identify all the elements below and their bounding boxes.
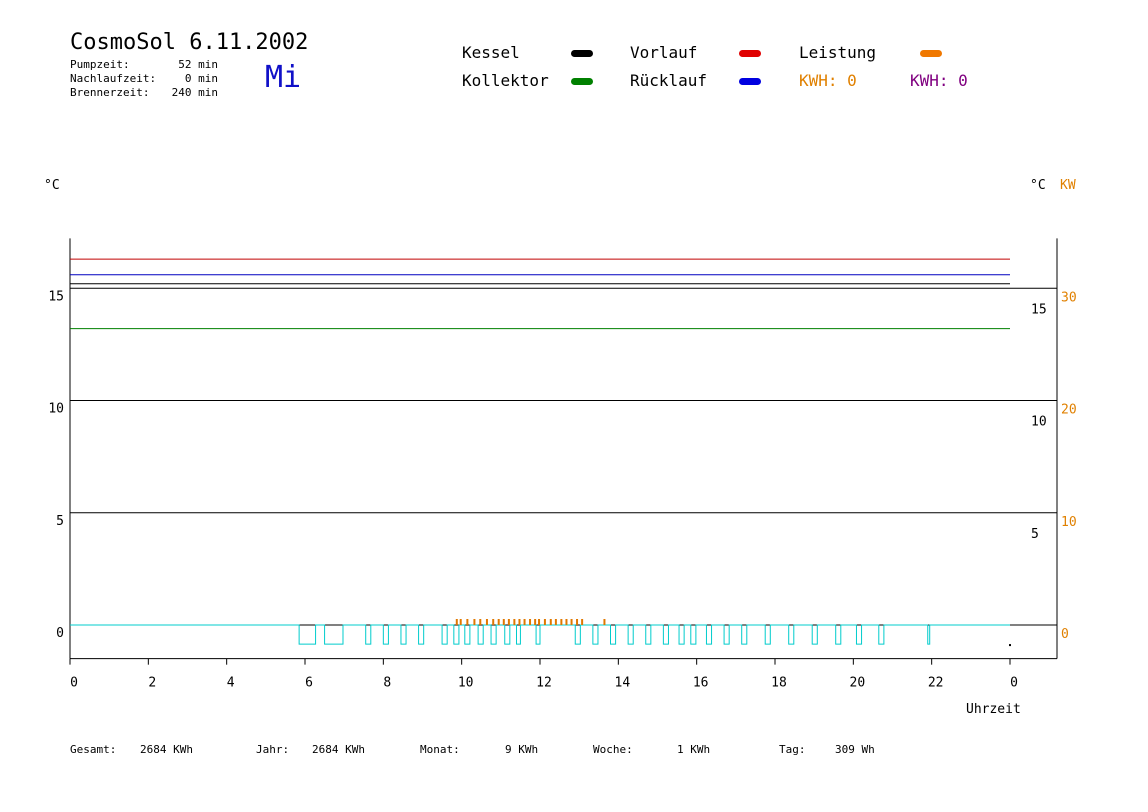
x-tick-label-5: 10 <box>458 676 474 691</box>
leistung-spike-22 <box>576 619 579 625</box>
footer-gesamt-value: 2684 KWh <box>140 743 193 756</box>
footer-woche-label: Woche: <box>593 743 633 756</box>
pump-signal-line <box>70 624 1010 645</box>
footer-monat-value: 9 KWh <box>505 743 539 756</box>
x-tick-label-10: 20 <box>850 676 866 691</box>
leistung-spike-21 <box>570 619 573 625</box>
leistung-spike-9 <box>507 619 510 625</box>
leistung-spike-11 <box>518 619 521 625</box>
leistung-spike-4 <box>479 619 482 625</box>
footer-tag-value: 309 Wh <box>835 743 875 756</box>
leistung-spike-19 <box>560 619 563 625</box>
leistung-spike-10 <box>513 619 516 625</box>
x-tick-label-2: 4 <box>227 676 235 691</box>
x-tick-label-11: 22 <box>928 676 944 691</box>
y-tick-right-kw-10: 10 <box>1061 515 1077 530</box>
leistung-spike-0 <box>455 619 458 625</box>
footer-woche-value: 1 KWh <box>677 743 711 756</box>
leistung-spike-5 <box>485 619 488 625</box>
leistung-spike-15 <box>538 619 541 625</box>
footer-gesamt-label: Gesamt: <box>70 743 117 756</box>
leistung-spike-18 <box>554 619 557 625</box>
x-tick-label-12: 0 <box>1010 676 1018 691</box>
x-tick-label-6: 12 <box>536 676 552 691</box>
footer-tag-label: Tag: <box>779 743 806 756</box>
leistung-spike-17 <box>549 619 552 625</box>
y-tick-right-c-10: 10 <box>1031 415 1047 430</box>
leistung-spike-12 <box>523 619 526 625</box>
y-tick-right-kw-30: 30 <box>1061 290 1077 305</box>
leistung-spike-24 <box>603 619 606 625</box>
leistung-spike-13 <box>529 619 532 625</box>
x-tick-label-3: 6 <box>305 676 313 691</box>
leistung-spike-23 <box>581 619 584 625</box>
footer-jahr-label: Jahr: <box>256 743 290 756</box>
leistung-spike-8 <box>502 619 505 625</box>
y-tick-right-c-5: 5 <box>1031 527 1039 542</box>
leistung-spike-14 <box>534 619 537 625</box>
y-tick-left-15: 15 <box>48 289 64 304</box>
footer-jahr-value: 2684 KWh <box>312 743 365 756</box>
x-tick-label-0: 0 <box>70 676 78 691</box>
leistung-spike-16 <box>543 619 546 625</box>
leistung-spike-1 <box>459 619 462 625</box>
footer-monat-label: Monat: <box>420 743 460 756</box>
x-tick-label-8: 16 <box>693 676 709 691</box>
leistung-spike-20 <box>565 619 568 625</box>
leistung-spike-6 <box>492 619 495 625</box>
x-tick-label-1: 2 <box>148 676 156 691</box>
end-dot <box>1009 644 1011 647</box>
x-tick-label-7: 14 <box>615 676 631 691</box>
x-tick-label-4: 8 <box>383 676 391 691</box>
y-tick-left-5: 5 <box>56 514 64 529</box>
leistung-spike-2 <box>466 619 469 625</box>
y-tick-left-10: 10 <box>48 402 64 417</box>
y-tick-right-kw-0: 0 <box>1061 627 1069 642</box>
x-tick-label-9: 18 <box>771 676 787 691</box>
leistung-spike-7 <box>497 619 500 625</box>
y-tick-left-0: 0 <box>56 626 64 641</box>
y-tick-right-kw-20: 20 <box>1061 403 1077 418</box>
y-tick-right-c-15: 15 <box>1031 302 1047 317</box>
temperature-chart: 0 5 10 15 5 10 15 0 10 20 30 0 2 4 6 8 10 12 14 16 18 20 22 0 <box>48 238 1077 691</box>
leistung-spike-3 <box>473 619 476 625</box>
